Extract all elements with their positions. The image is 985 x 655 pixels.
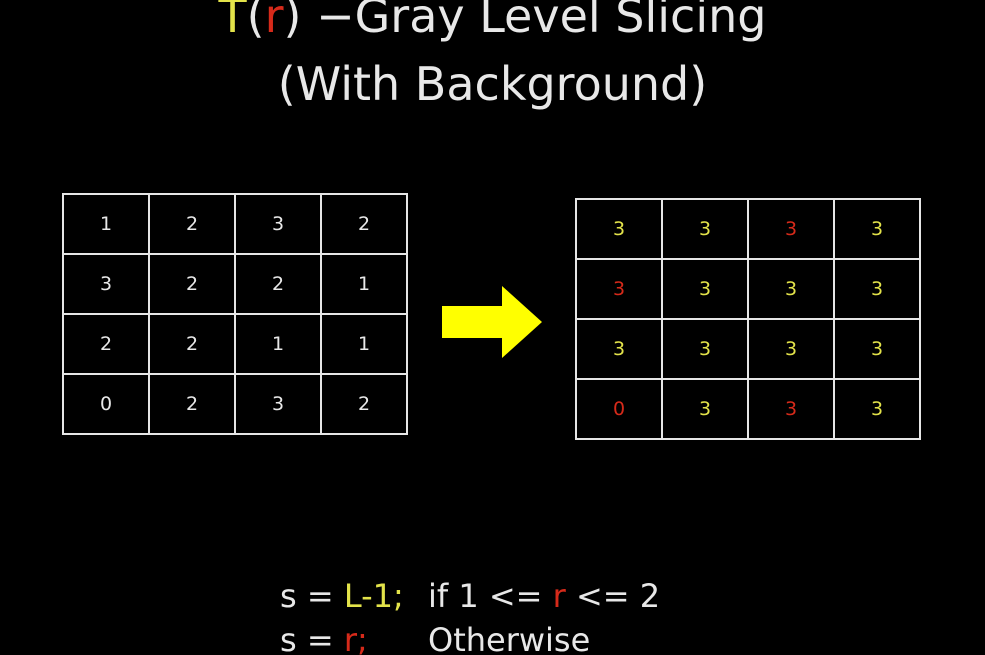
- grid-cell: 3: [661, 258, 749, 320]
- grid-cell: 3: [747, 198, 835, 260]
- title-open-paren: (: [246, 0, 265, 43]
- slide-title-line1: T(r) −Gray Level Slicing: [0, 0, 985, 44]
- grid-row: 3333: [575, 318, 921, 380]
- formula-line-1: s = L-1; if 1 <= r <= 2: [280, 576, 660, 616]
- grid-row: 3221: [62, 253, 408, 315]
- grid-cell: 0: [575, 378, 663, 440]
- grid-cell: 3: [833, 378, 921, 440]
- output-image-grid: 3333333333330333: [575, 198, 921, 440]
- formula-line-2: s = r; Otherwise: [280, 620, 590, 655]
- title-close-paren: ): [283, 0, 302, 43]
- grid-cell: 0: [62, 373, 150, 435]
- grid-cell: 3: [747, 378, 835, 440]
- grid-cell: 3: [833, 258, 921, 320]
- grid-cell: 3: [575, 258, 663, 320]
- grid-cell: 3: [833, 198, 921, 260]
- grid-row: 1232: [62, 193, 408, 255]
- grid-cell: 3: [661, 318, 749, 380]
- grid-cell: 2: [148, 193, 236, 255]
- grid-cell: 3: [575, 198, 663, 260]
- grid-cell: 2: [62, 313, 150, 375]
- grid-row: 0232: [62, 373, 408, 435]
- formula-otherwise: Otherwise: [428, 621, 591, 655]
- grid-cell: 1: [320, 253, 408, 315]
- formula-cond-a: if 1 <=: [428, 577, 553, 615]
- grid-cell: 2: [148, 373, 236, 435]
- grid-cell: 3: [747, 318, 835, 380]
- grid-row: 0333: [575, 378, 921, 440]
- formula-s-eq: s =: [280, 621, 344, 655]
- input-image-grid: 1232322122110232: [62, 193, 408, 435]
- grid-cell: 1: [234, 313, 322, 375]
- grid-cell: 3: [62, 253, 150, 315]
- title-r: r: [264, 0, 284, 43]
- right-arrow-icon: [442, 286, 542, 358]
- title-t: T: [218, 0, 247, 43]
- grid-cell: 3: [234, 193, 322, 255]
- grid-cell: 1: [320, 313, 408, 375]
- grid-cell: 2: [320, 193, 408, 255]
- formula-value-r: r;: [343, 621, 368, 655]
- grid-cell: 1: [62, 193, 150, 255]
- grid-cell: 2: [234, 253, 322, 315]
- formula-cond-b: <= 2: [565, 577, 661, 615]
- slide-title-line2: (With Background): [277, 57, 708, 111]
- grid-cell: 3: [661, 378, 749, 440]
- title-rest: −Gray Level Slicing: [301, 0, 767, 43]
- grid-cell: 3: [575, 318, 663, 380]
- grid-cell: 3: [661, 198, 749, 260]
- grid-cell: 3: [747, 258, 835, 320]
- grid-cell: 2: [148, 253, 236, 315]
- formula-r: r: [552, 577, 566, 615]
- grid-cell: 3: [833, 318, 921, 380]
- formula-s-eq: s =: [280, 577, 344, 615]
- grid-cell: 3: [234, 373, 322, 435]
- grid-row: 2211: [62, 313, 408, 375]
- grid-row: 3333: [575, 198, 921, 260]
- grid-cell: 2: [148, 313, 236, 375]
- formula-value-l-minus-1: L-1;: [343, 577, 404, 615]
- grid-row: 3333: [575, 258, 921, 320]
- grid-cell: 2: [320, 373, 408, 435]
